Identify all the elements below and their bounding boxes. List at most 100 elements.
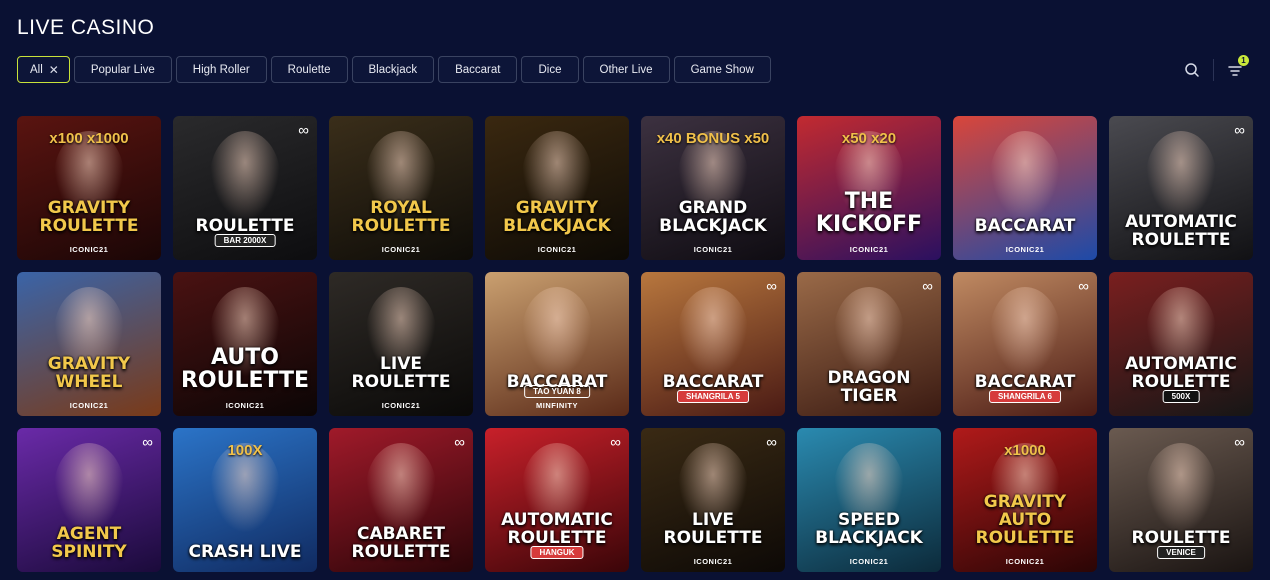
game-title: DRAGON TIGER xyxy=(827,368,911,407)
game-card[interactable]: ∞ BACCARAT SHANGRILA 5 xyxy=(641,272,785,416)
filter-chip-baccarat[interactable]: Baccarat xyxy=(438,56,518,83)
game-card[interactable]: ∞ ROULETTE VENICE xyxy=(1109,428,1253,572)
game-card[interactable]: ∞ LIVE ROULETTE ICONIC21 xyxy=(641,428,785,572)
game-card[interactable]: ∞ DRAGON TIGER xyxy=(797,272,941,416)
infinity-icon: ∞ xyxy=(1234,434,1245,451)
game-card[interactable]: LIVE ROULETTE ICONIC21 xyxy=(329,272,473,416)
dealer-figure xyxy=(990,131,1060,222)
filter-chip-high-roller[interactable]: High Roller xyxy=(175,56,267,83)
provider-logo: ICONIC21 xyxy=(381,401,421,410)
category-filters: All ✕ Popular Live High Roller Roulette Black… xyxy=(17,56,771,83)
game-card[interactable]: ∞ CABARET ROULETTE xyxy=(329,428,473,572)
filter-chip-popular-live[interactable]: Popular Live xyxy=(73,56,172,83)
search-button[interactable] xyxy=(1181,59,1203,81)
game-card[interactable]: 100X CRASH LIVE xyxy=(173,428,317,572)
game-card[interactable]: GRAVITY BLACKJACK ICONIC21 xyxy=(485,116,629,260)
infinity-icon: ∞ xyxy=(298,122,309,139)
filter-chip-roulette[interactable]: Roulette xyxy=(270,56,348,83)
game-card[interactable]: x50 x20 THE KICKOFF ICONIC21 xyxy=(797,116,941,260)
game-multiplier: x40 BONUS x50 xyxy=(656,130,770,147)
game-title: AUTOMATIC ROULETTE xyxy=(501,510,613,549)
filter-chip-label: Popular Live xyxy=(90,63,155,76)
dealer-figure xyxy=(678,287,748,378)
filter-count-badge: 1 xyxy=(1238,55,1249,66)
game-variant-label: SHANGRILA 6 xyxy=(989,390,1061,403)
game-card[interactable]: GRAVITY WHEEL ICONIC21 xyxy=(17,272,161,416)
provider-logo: ICONIC21 xyxy=(381,245,421,254)
game-title: GRAVITY AUTO ROULETTE xyxy=(975,492,1075,549)
dealer-figure xyxy=(1146,443,1216,534)
game-variant-label: HANGUK xyxy=(530,546,584,559)
infinity-icon: ∞ xyxy=(610,434,621,451)
game-title: AUTOMATIC ROULETTE xyxy=(1125,354,1237,393)
provider-logo: ICONIC21 xyxy=(693,557,733,566)
game-variant-label: VENICE xyxy=(1157,546,1205,559)
provider-logo: ICONIC21 xyxy=(849,557,889,566)
infinity-icon: ∞ xyxy=(766,278,777,295)
game-card[interactable]: x100 x1000 GRAVITY ROULETTE ICONIC21 xyxy=(17,116,161,260)
provider-logo: ICONIC21 xyxy=(693,245,733,254)
game-variant-label: 500X xyxy=(1162,390,1200,403)
close-icon[interactable]: ✕ xyxy=(49,63,59,77)
filter-chip-label: High Roller xyxy=(192,63,250,76)
game-card[interactable]: ∞ AGENT SPINITY xyxy=(17,428,161,572)
provider-logo: ICONIC21 xyxy=(849,245,889,254)
game-card[interactable]: BACCARAT ICONIC21 xyxy=(953,116,1097,260)
dealer-figure xyxy=(210,131,280,222)
game-title: AGENT SPINITY xyxy=(51,524,127,563)
search-icon xyxy=(1185,63,1199,77)
infinity-icon: ∞ xyxy=(922,278,933,295)
game-title: GRAVITY BLACKJACK xyxy=(503,198,611,237)
filter-chip-blackjack[interactable]: Blackjack xyxy=(351,56,435,83)
game-card[interactable]: ∞ AUTOMATIC ROULETTE xyxy=(1109,116,1253,260)
filter-chip-label: Other Live xyxy=(599,63,653,76)
game-card[interactable]: x1000 GRAVITY AUTO ROULETTE ICONIC21 xyxy=(953,428,1097,572)
game-title: GRAVITY WHEEL xyxy=(47,354,131,393)
game-title: AUTOMATIC ROULETTE xyxy=(1125,212,1237,251)
game-card[interactable]: AUTOMATIC ROULETTE 500X xyxy=(1109,272,1253,416)
provider-logo: ICONIC21 xyxy=(69,401,109,410)
filter-chip-label: Game Show xyxy=(690,63,754,76)
game-variant-label: BAR 2000X xyxy=(214,234,276,247)
filter-chip-all[interactable]: All ✕ xyxy=(17,56,70,83)
game-card[interactable]: ∞ ROULETTE BAR 2000X xyxy=(173,116,317,260)
game-multiplier: x1000 xyxy=(1004,442,1046,459)
filter-button[interactable]: 1 xyxy=(1224,55,1249,81)
game-title: ROYAL ROULETTE xyxy=(351,198,451,237)
game-title: CABARET ROULETTE xyxy=(351,524,451,563)
game-card[interactable]: ROYAL ROULETTE ICONIC21 xyxy=(329,116,473,260)
infinity-icon: ∞ xyxy=(1234,122,1245,139)
filter-chip-label: Roulette xyxy=(287,63,331,76)
infinity-icon: ∞ xyxy=(454,434,465,451)
game-title: BACCARAT xyxy=(974,216,1076,237)
provider-logo: ICONIC21 xyxy=(1005,245,1045,254)
game-card[interactable]: SPEED BLACKJACK ICONIC21 xyxy=(797,428,941,572)
game-variant-label: TAO YUAN 8 xyxy=(524,385,590,398)
toolbar: 1 xyxy=(1181,55,1249,82)
filter-chip-dice[interactable]: Dice xyxy=(521,56,579,83)
game-title: GRAVITY ROULETTE xyxy=(39,198,139,237)
dealer-figure xyxy=(990,287,1060,378)
filter-chip-other-live[interactable]: Other Live xyxy=(582,56,670,83)
game-multiplier: x50 x20 xyxy=(841,130,897,147)
dealer-figure xyxy=(834,287,904,378)
dealer-figure xyxy=(54,443,124,534)
game-title: LIVE ROULETTE xyxy=(663,510,763,549)
toolbar-divider xyxy=(1213,59,1214,81)
filter-chip-label: Dice xyxy=(538,63,562,76)
game-card[interactable]: x40 BONUS x50 GRAND BLACKJACK ICONIC21 xyxy=(641,116,785,260)
game-card[interactable]: ∞ BACCARAT SHANGRILA 6 xyxy=(953,272,1097,416)
game-title: GRAND BLACKJACK xyxy=(659,198,767,237)
filter-chip-game-show[interactable]: Game Show xyxy=(673,56,771,83)
provider-logo: ICONIC21 xyxy=(1005,557,1045,566)
filter-chip-label: Blackjack xyxy=(368,63,418,76)
game-multiplier: x100 x1000 xyxy=(49,130,129,147)
provider-logo: ICONIC21 xyxy=(69,245,109,254)
games-grid: x100 x1000 GRAVITY ROULETTE ICONIC21 ∞ ROULE… xyxy=(17,116,1253,572)
game-card[interactable]: ∞ AUTOMATIC ROULETTE HANGUK xyxy=(485,428,629,572)
game-card[interactable]: AUTO ROULETTE ICONIC21 xyxy=(173,272,317,416)
game-multiplier: 100X xyxy=(227,442,263,459)
game-variant-label: SHANGRILA 5 xyxy=(677,390,749,403)
game-card[interactable]: BACCARAT TAO YUAN 8 MINFINITY xyxy=(485,272,629,416)
dealer-figure xyxy=(1146,131,1216,222)
